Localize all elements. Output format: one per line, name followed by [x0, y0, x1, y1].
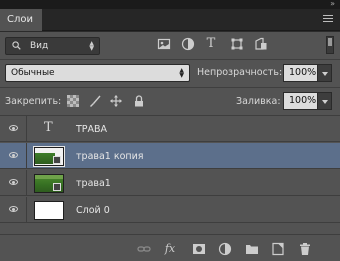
layer-thumbnail: [34, 174, 64, 193]
fill-label: Заливка:: [236, 96, 281, 107]
new-layer-icon[interactable]: [271, 242, 285, 256]
tab-layers[interactable]: Слои: [0, 9, 42, 31]
adjustment-filter-icon[interactable]: [181, 37, 195, 51]
panel-tab-row: Слои: [0, 9, 340, 31]
opacity-input[interactable]: 100%: [283, 64, 318, 82]
delete-layer-icon[interactable]: [298, 242, 312, 256]
lock-image-pixels-icon[interactable]: [89, 95, 101, 107]
layer-name: ТРАВА: [76, 124, 108, 135]
lock-all-icon[interactable]: [133, 95, 145, 107]
blend-mode-value: Обычные: [11, 68, 55, 78]
collapse-panel-icon[interactable]: »: [330, 0, 335, 8]
layer-list: T ТРАВА трава1 копия трава1 Слой 0: [0, 115, 340, 230]
select-arrows-icon: ▲ ▼: [89, 40, 94, 52]
shape-filter-icon[interactable]: [230, 37, 244, 51]
new-adjustment-layer-icon[interactable]: [218, 242, 232, 256]
smart-object-filter-icon[interactable]: [254, 37, 268, 51]
blend-mode-select[interactable]: Обычные ▲ ▼: [5, 64, 190, 82]
layer-thumbnail: [33, 146, 65, 167]
lock-transparent-pixels-icon[interactable]: [67, 95, 79, 107]
eye-icon: [9, 206, 18, 212]
layer-name: трава1 копия: [76, 151, 144, 162]
type-filter-icon[interactable]: T: [204, 37, 218, 51]
layer-thumbnail: [34, 201, 64, 220]
opacity-label: Непрозрачность:: [197, 67, 283, 78]
eye-icon: [9, 125, 18, 131]
layers-panel: Вид ▲ ▼ T Обычные ▲ ▼ Непрозрачность: 100%…: [0, 32, 340, 261]
fill-input[interactable]: 100%: [283, 92, 318, 110]
visibility-toggle[interactable]: [0, 170, 27, 196]
layer-filter-label: Вид: [30, 41, 49, 51]
new-group-icon[interactable]: [245, 242, 259, 256]
add-layer-mask-icon[interactable]: [192, 242, 206, 256]
layer-filter-select[interactable]: Вид ▲ ▼: [5, 37, 100, 55]
opacity-dropdown-button[interactable]: [317, 64, 332, 82]
layer-row[interactable]: Слой 0: [0, 197, 340, 223]
filter-toggle-switch[interactable]: [326, 36, 334, 54]
link-layers-icon[interactable]: [137, 242, 151, 256]
visibility-toggle[interactable]: [0, 143, 27, 169]
lock-position-icon[interactable]: [110, 95, 122, 107]
divider: [0, 87, 340, 88]
add-layer-style-icon[interactable]: fx: [163, 242, 177, 256]
search-icon: [12, 41, 21, 50]
panel-menu-icon[interactable]: [323, 15, 333, 25]
lock-label: Закрепить:: [5, 96, 62, 107]
layer-name: Слой 0: [76, 205, 110, 216]
smart-object-badge-icon: [53, 183, 61, 191]
layer-row[interactable]: T ТРАВА: [0, 116, 340, 142]
image-filter-icon[interactable]: [157, 37, 171, 51]
layer-row[interactable]: трава1: [0, 170, 340, 196]
layers-bottom-toolbar: fx: [0, 234, 340, 261]
select-arrows-icon: ▲ ▼: [179, 67, 184, 79]
visibility-toggle[interactable]: [0, 116, 27, 142]
fill-dropdown-button[interactable]: [317, 92, 332, 110]
smart-object-badge-icon: [53, 156, 61, 164]
divider: [0, 59, 340, 60]
text-layer-icon: T: [44, 120, 53, 135]
layer-name: трава1: [76, 178, 111, 189]
eye-icon: [9, 179, 18, 185]
visibility-toggle[interactable]: [0, 197, 27, 223]
layer-row-selected[interactable]: трава1 копия: [0, 143, 340, 169]
panel-title-bar: »: [0, 0, 340, 9]
eye-icon: [9, 152, 18, 158]
